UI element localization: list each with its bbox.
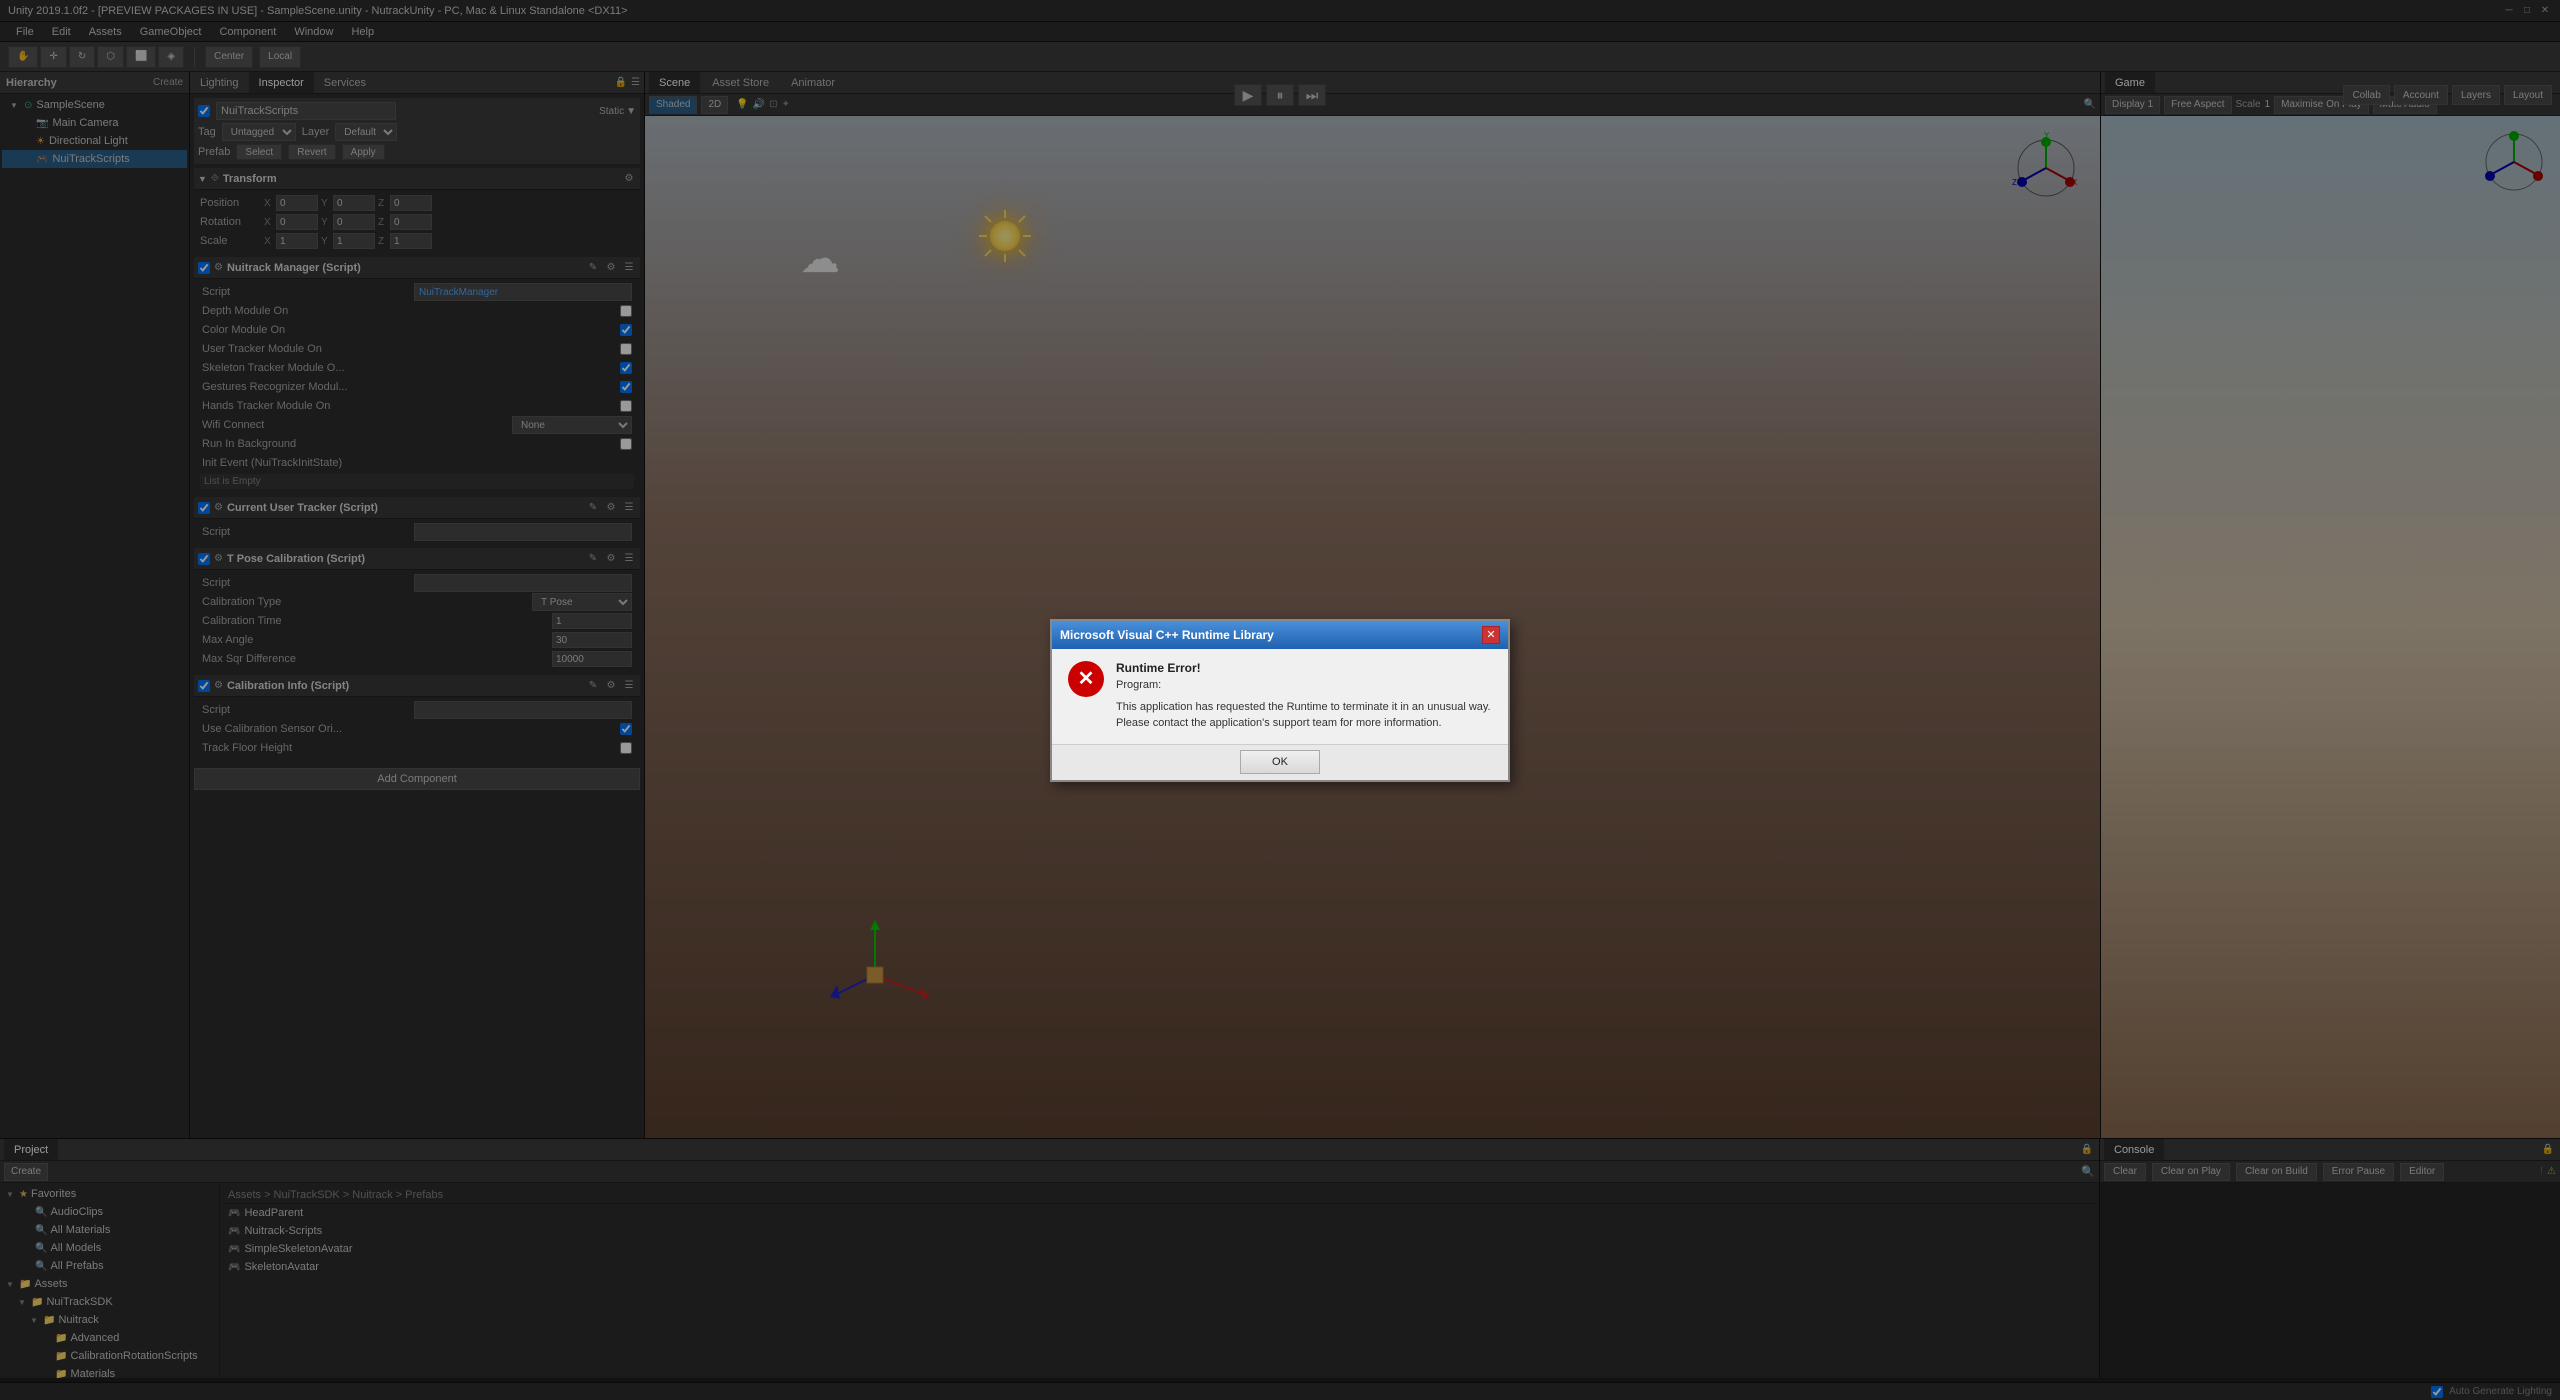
modal-text-area: Runtime Error! Program: This application… (1116, 661, 1492, 732)
modal-dialog: Microsoft Visual C++ Runtime Library ✕ ✕… (1050, 619, 1510, 782)
modal-program-label: Program: (1116, 679, 1492, 691)
modal-error-desc: This application has requested the Runti… (1116, 699, 1492, 732)
modal-titlebar: Microsoft Visual C++ Runtime Library ✕ (1052, 621, 1508, 649)
modal-error-icon: ✕ (1068, 661, 1104, 697)
modal-error-title: Runtime Error! (1116, 661, 1492, 675)
modal-footer: OK (1052, 744, 1508, 780)
modal-close-button[interactable]: ✕ (1482, 626, 1500, 644)
modal-ok-button[interactable]: OK (1240, 750, 1320, 774)
modal-body: ✕ Runtime Error! Program: This applicati… (1052, 649, 1508, 744)
modal-title-text: Microsoft Visual C++ Runtime Library (1060, 628, 1274, 642)
modal-overlay: Microsoft Visual C++ Runtime Library ✕ ✕… (0, 0, 2560, 1400)
